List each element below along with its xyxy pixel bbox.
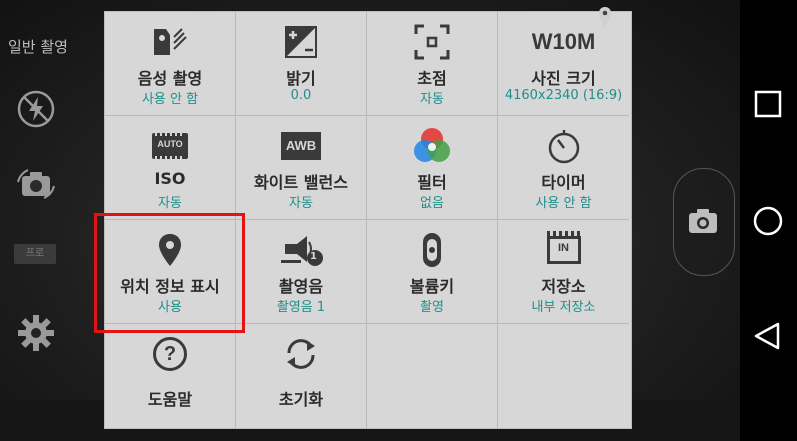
setting-help[interactable]: ? 도움말 [105, 324, 236, 428]
exposure-icon [236, 24, 366, 60]
color-filter-icon [367, 128, 497, 164]
setting-value: 자동 [420, 92, 444, 107]
setting-value: 4160x2340 (16:9) [504, 88, 623, 103]
setting-iso[interactable]: AUTO ISO 자동 [105, 116, 236, 220]
setting-title: 화이트 밸런스 [254, 173, 348, 192]
setting-storage[interactable]: IN 저장소 내부 저장소 [498, 220, 629, 324]
setting-value: 없음 [420, 196, 444, 211]
setting-title: 음성 촬영 [137, 69, 203, 88]
setting-volume-key[interactable]: 볼륨키 촬영 [367, 220, 498, 324]
focus-icon [367, 24, 497, 60]
reset-icon [236, 336, 366, 372]
empty-cell [498, 324, 629, 428]
storage-icon-text: IN [558, 242, 569, 254]
location-pin-icon [105, 232, 235, 268]
setting-title: 저장소 [541, 277, 586, 296]
storage-icon: IN [498, 231, 629, 268]
setting-reset[interactable]: 초기화 [236, 324, 367, 428]
shooting-mode-label[interactable]: 일반 촬영 [8, 36, 68, 57]
switch-camera-icon[interactable] [16, 164, 56, 204]
shutter-sound-icon: 1 [236, 232, 366, 268]
setting-title: 도움말 [147, 390, 193, 409]
setting-value: 촬영 [420, 300, 444, 315]
voice-shutter-icon [105, 24, 235, 60]
setting-value: 촬영음 1 [276, 300, 326, 315]
setting-value: 자동 [289, 196, 313, 211]
pro-mode-button[interactable]: 프로 [14, 244, 56, 264]
setting-title: 필터 [417, 173, 447, 192]
setting-voice-shutter[interactable]: 음성 촬영 사용 안 함 [105, 12, 236, 116]
system-nav-bar [740, 0, 797, 441]
setting-value: 자동 [158, 196, 182, 211]
setting-title: 밝기 [286, 69, 316, 88]
setting-title: 타이머 [541, 173, 586, 192]
shutter-button[interactable] [685, 204, 721, 240]
setting-title: 초점 [417, 69, 447, 88]
empty-cell [367, 324, 498, 428]
home-button[interactable] [752, 205, 784, 237]
setting-filter[interactable]: 필터 없음 [367, 116, 498, 220]
setting-exposure[interactable]: 밝기 0.0 [236, 12, 367, 116]
flash-off-icon[interactable] [16, 89, 56, 129]
setting-value: 사용 안 함 [141, 92, 199, 107]
setting-shutter-sound[interactable]: 1 촬영음 촬영음 1 [236, 220, 367, 324]
recents-button[interactable] [752, 88, 784, 120]
shutter-sound-icon-text: 1 [310, 251, 317, 262]
setting-value: 내부 저장소 [531, 300, 596, 315]
camera-left-bar: 일반 촬영 프로 [0, 0, 105, 441]
setting-value: 사용 [158, 300, 182, 315]
white-balance-icon: AWB [236, 128, 366, 164]
setting-value: 사용 안 함 [535, 196, 592, 211]
location-status-icon [598, 6, 612, 28]
white-balance-icon-text: AWB [281, 132, 321, 160]
setting-value: 0.0 [290, 88, 312, 103]
setting-timer[interactable]: 타이머 사용 안 함 [498, 116, 629, 220]
setting-white-balance[interactable]: AWB 화이트 밸런스 자동 [236, 116, 367, 220]
setting-location-tag[interactable]: 위치 정보 표시 사용 [105, 220, 236, 324]
iso-icon-text: AUTO [157, 139, 183, 149]
iso-icon: AUTO [105, 128, 235, 164]
back-button[interactable] [752, 320, 784, 352]
setting-title: 위치 정보 표시 [120, 277, 220, 296]
setting-title: 볼륨키 [409, 277, 455, 296]
w10m-icon: W10M [498, 24, 629, 60]
settings-gear-icon[interactable] [16, 313, 56, 353]
timer-icon [498, 128, 629, 164]
help-icon: ? [105, 336, 235, 372]
setting-title: 촬영음 [278, 277, 324, 296]
setting-title: ISO [154, 169, 186, 188]
setting-focus[interactable]: 초점 자동 [367, 12, 498, 116]
help-icon-text: ? [153, 337, 187, 371]
camera-settings-panel: 음성 촬영 사용 안 함 밝기 0.0 초점 자동 W10M 사진 크기 416… [104, 11, 632, 429]
setting-title: 사진 크기 [531, 69, 596, 88]
volume-key-icon [367, 232, 497, 268]
setting-title: 초기화 [278, 390, 324, 409]
picture-size-icon-text: W10M [531, 29, 596, 54]
